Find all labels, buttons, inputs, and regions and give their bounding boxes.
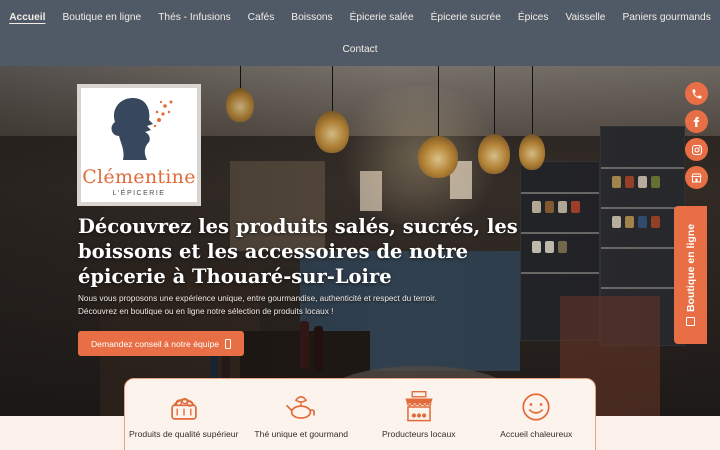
nav-item-accueil[interactable]: Accueil [1,12,54,23]
hero-section: Clémentine L'ÉPICERIE Découvrez les prod… [0,66,720,416]
instagram-button[interactable] [685,138,708,161]
feature-quality: Produits de qualité supérieur [128,379,240,450]
cta-label: Demandez conseil à notre équipe [90,338,220,349]
feature-label: Produits de qualité supérieur [129,429,239,439]
features-bar: Produits de qualité supérieur Thé unique… [124,378,596,450]
nav-menu: Accueil Boutique en ligne Thés - Infusio… [0,12,720,23]
nav-item-boutique-en-ligne[interactable]: Boutique en ligne [54,12,150,23]
nav-item-cafes[interactable]: Cafés [239,12,283,23]
nav-item-epicerie-sucree[interactable]: Épicerie sucrée [422,12,509,23]
logo-name: Clémentine [82,166,196,188]
online-shop-tab[interactable]: Boutique en ligne [674,206,707,344]
feature-local-producers: Producteurs locaux [363,379,475,450]
feature-tea: Thé unique et gourmand [245,379,357,450]
online-shop-tab-label: Boutique en ligne [684,223,697,327]
feature-welcome: Accueil chaleureux [480,379,592,450]
smiley-icon [522,393,550,421]
brand-logo[interactable]: Clémentine L'ÉPICERIE [77,84,201,206]
phone-icon [692,89,701,98]
feature-label: Accueil chaleureux [500,429,573,439]
hero-title: Découvrez les produits salés, sucrés, le… [78,215,518,288]
nav-item-contact[interactable]: Contact [334,44,386,55]
main-navigation: Accueil Boutique en ligne Thés - Infusio… [0,0,720,66]
nav-item-epices[interactable]: Épices [509,12,557,23]
online-shop-tab-text: Boutique en ligne [684,223,697,313]
hero-text-line: Nous vous proposons une expérience uniqu… [78,294,437,303]
hero-text-line: Découvrez en boutique ou en ligne notre … [78,306,334,316]
nav-item-epicerie-salee[interactable]: Épicerie salée [341,12,422,23]
instagram-icon [691,144,702,155]
feature-label: Thé unique et gourmand [254,429,349,439]
ask-advice-button[interactable]: Demandez conseil à notre équipe [78,331,244,356]
mobile-phone-icon [225,338,232,349]
teapot-icon [286,396,316,419]
shop-icon [691,173,702,182]
nav-item-thes-infusions[interactable]: Thés - Infusions [150,12,239,23]
facebook-icon [693,116,700,127]
woman-silhouette-icon [111,98,173,160]
shop-bag-icon [685,317,695,327]
nav-item-boissons[interactable]: Boissons [283,12,341,23]
nav-item-paniers-gourmands[interactable]: Paniers gourmands [614,12,719,23]
nav-item-vaisselle[interactable]: Vaisselle [557,12,614,23]
logo-subtitle: L'ÉPICERIE [112,190,166,197]
shop-button[interactable] [685,166,708,189]
phone-button[interactable] [685,82,708,105]
hero-description: Nous vous proposons une expérience uniqu… [78,293,478,318]
facebook-button[interactable] [685,110,708,133]
basket-icon [171,397,197,420]
feature-label: Producteurs locaux [381,429,456,439]
market-stall-icon [405,391,433,422]
